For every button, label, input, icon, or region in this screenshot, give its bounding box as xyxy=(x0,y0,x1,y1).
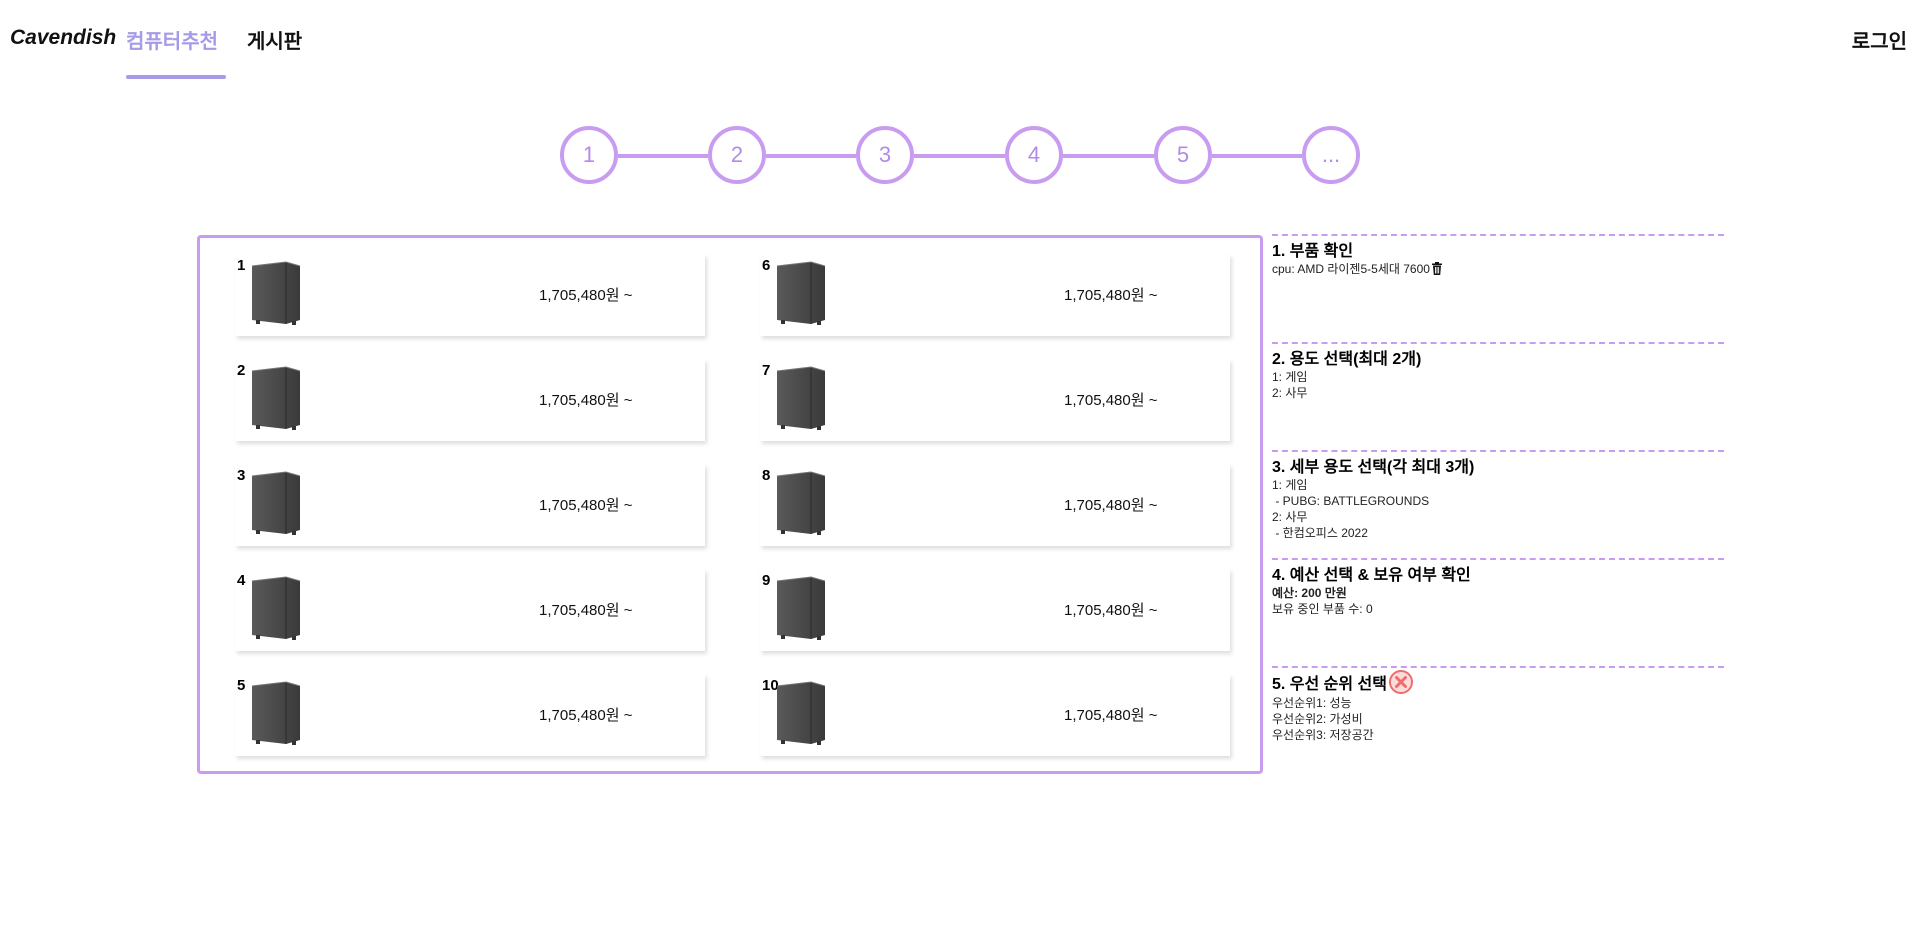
step-3[interactable]: 3 xyxy=(856,126,914,184)
pc-case-icon xyxy=(251,261,301,325)
summary-usage-item: 2: 사무 xyxy=(1272,386,1308,400)
pc-case-icon xyxy=(776,681,826,745)
brand-logo[interactable]: Cavendish xyxy=(10,26,116,50)
step-connector xyxy=(1212,154,1302,158)
recommendation-card[interactable]: 1 1,705,480원 ~ xyxy=(235,254,705,336)
card-rank: 7 xyxy=(762,362,771,379)
progress-stepper: 1 2 3 4 5 ... xyxy=(560,126,1360,186)
pc-case-icon xyxy=(776,576,826,640)
card-price: 1,705,480원 ~ xyxy=(539,497,633,514)
step-connector xyxy=(1063,154,1154,158)
summary-detail-item: - 한컴오피스 2022 xyxy=(1272,526,1368,540)
nav-link-computer-recommend[interactable]: 컴퓨터추천 xyxy=(126,25,218,54)
recommendation-card[interactable]: 5 1,705,480원 ~ xyxy=(235,674,705,756)
trash-icon[interactable] xyxy=(1431,262,1443,275)
recommendation-card[interactable]: 2 1,705,480원 ~ xyxy=(235,359,705,441)
summary-detail-usage: 3. 세부 용도 선택(각 최대 3개) 1: 게임 - PUBG: BATTL… xyxy=(1272,450,1724,558)
nav-link-board[interactable]: 게시판 xyxy=(247,25,302,54)
recommendation-card[interactable]: 6 1,705,480원 ~ xyxy=(760,254,1230,336)
card-price: 1,705,480원 ~ xyxy=(1064,602,1158,619)
recommendation-card[interactable]: 7 1,705,480원 ~ xyxy=(760,359,1230,441)
pc-case-icon xyxy=(251,576,301,640)
summary-budget-value: 예산: 200 만원 xyxy=(1272,586,1347,600)
login-button[interactable]: 로그인 xyxy=(1852,25,1907,54)
card-price: 1,705,480원 ~ xyxy=(539,707,633,724)
summary-parts-title: 1. 부품 확인 xyxy=(1272,243,1354,260)
step-connector xyxy=(766,154,856,158)
summary-detail-item: 2: 사무 xyxy=(1272,510,1308,524)
close-circle-icon[interactable] xyxy=(1388,669,1414,695)
summary-priority-title: 5. 우선 순위 선택 xyxy=(1272,676,1387,693)
pc-case-icon xyxy=(776,471,826,535)
card-price: 1,705,480원 ~ xyxy=(1064,497,1158,514)
summary-parts: 1. 부품 확인 cpu: AMD 라이젠5-5세대 7600 xyxy=(1272,234,1724,342)
card-rank: 6 xyxy=(762,257,771,274)
pc-case-icon xyxy=(251,681,301,745)
summary-usage-item: 1: 게임 xyxy=(1272,370,1308,384)
card-rank: 4 xyxy=(237,572,246,589)
pc-case-icon xyxy=(776,366,826,430)
summary-budget: 4. 예산 선택 & 보유 여부 확인 예산: 200 만원 보유 중인 부품 … xyxy=(1272,558,1724,666)
recommendation-list-panel: 1 1,705,480원 ~ 2 1,705,480원 ~ 3 1,705,48… xyxy=(197,235,1263,774)
summary-priority: 5. 우선 순위 선택 우선순위1: 성능 우선순위2: 가성비 우선순위3: … xyxy=(1272,666,1724,774)
pc-case-icon xyxy=(251,366,301,430)
pc-case-icon xyxy=(776,261,826,325)
card-price: 1,705,480원 ~ xyxy=(1064,707,1158,724)
card-price: 1,705,480원 ~ xyxy=(539,287,633,304)
recommendation-card[interactable]: 3 1,705,480원 ~ xyxy=(235,464,705,546)
summary-priority-item: 우선순위2: 가성비 xyxy=(1272,712,1363,726)
step-more[interactable]: ... xyxy=(1302,126,1360,184)
summary-detail-item: - PUBG: BATTLEGROUNDS xyxy=(1272,494,1430,508)
summary-detail-usage-title: 3. 세부 용도 선택(각 최대 3개) xyxy=(1272,459,1475,476)
card-price: 1,705,480원 ~ xyxy=(539,602,633,619)
top-nav: Cavendish 컴퓨터추천 게시판 로그인 xyxy=(0,0,1917,80)
card-rank: 3 xyxy=(237,467,246,484)
summary-budget-title: 4. 예산 선택 & 보유 여부 확인 xyxy=(1272,567,1471,584)
card-rank: 1 xyxy=(237,257,246,274)
recommendation-card[interactable]: 10 1,705,480원 ~ xyxy=(760,674,1230,756)
pc-case-icon xyxy=(251,471,301,535)
card-price: 1,705,480원 ~ xyxy=(1064,287,1158,304)
summary-parts-item: cpu: AMD 라이젠5-5세대 7600 xyxy=(1272,262,1430,276)
card-price: 1,705,480원 ~ xyxy=(539,392,633,409)
step-5[interactable]: 5 xyxy=(1154,126,1212,184)
recommendation-card[interactable]: 8 1,705,480원 ~ xyxy=(760,464,1230,546)
recommendation-card[interactable]: 4 1,705,480원 ~ xyxy=(235,569,705,651)
card-rank: 5 xyxy=(237,677,246,694)
step-connector xyxy=(618,154,708,158)
step-4[interactable]: 4 xyxy=(1005,126,1063,184)
card-rank: 9 xyxy=(762,572,771,589)
summary-owned-count: 보유 중인 부품 수: 0 xyxy=(1272,602,1373,616)
step-2[interactable]: 2 xyxy=(708,126,766,184)
recommendation-card[interactable]: 9 1,705,480원 ~ xyxy=(760,569,1230,651)
summary-priority-item: 우선순위3: 저장공간 xyxy=(1272,728,1374,742)
nav-active-indicator xyxy=(126,75,226,79)
card-price: 1,705,480원 ~ xyxy=(1064,392,1158,409)
card-rank: 8 xyxy=(762,467,771,484)
summary-usage: 2. 용도 선택(최대 2개) 1: 게임 2: 사무 xyxy=(1272,342,1724,450)
step-1[interactable]: 1 xyxy=(560,126,618,184)
card-rank: 2 xyxy=(237,362,246,379)
summary-priority-item: 우선순위1: 성능 xyxy=(1272,696,1352,710)
summary-detail-item: 1: 게임 xyxy=(1272,478,1308,492)
summary-usage-title: 2. 용도 선택(최대 2개) xyxy=(1272,351,1422,368)
step-connector xyxy=(914,154,1005,158)
